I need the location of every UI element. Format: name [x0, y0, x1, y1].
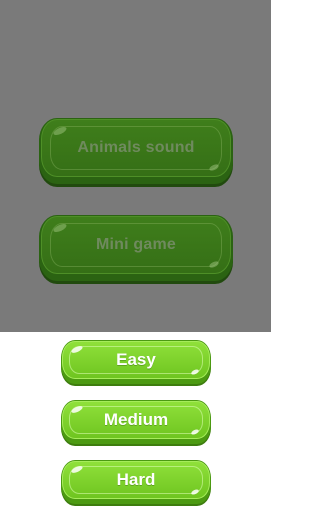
mini-game-label: Mini game [95, 236, 177, 253]
medium-label: Medium [103, 409, 169, 429]
animals-sound-label: Animals sound [77, 139, 195, 156]
medium-button[interactable]: Medium [61, 400, 211, 444]
dimmed-overlay: Animals sound Mini game [0, 0, 271, 332]
game-menu-screen: Animals sound Mini game Easy Medium Hard [0, 0, 271, 512]
animals-sound-button[interactable]: Animals sound [39, 118, 233, 184]
mini-game-button[interactable]: Mini game [39, 215, 233, 281]
easy-label: Easy [116, 349, 156, 369]
easy-button[interactable]: Easy [61, 340, 211, 384]
hard-button[interactable]: Hard [61, 460, 211, 504]
hard-label: Hard [116, 469, 156, 489]
